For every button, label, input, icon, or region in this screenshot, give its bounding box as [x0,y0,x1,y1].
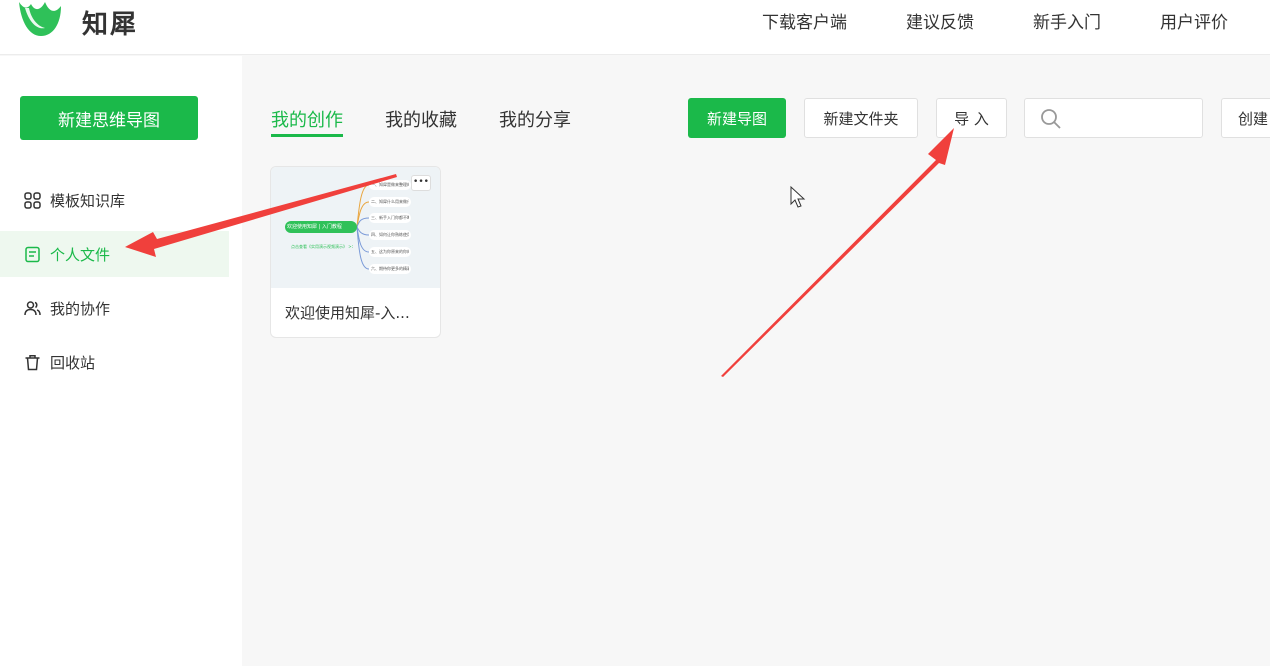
rhino-logo-icon[interactable] [15,0,63,38]
sidebar-item-label: 回收站 [50,353,96,372]
mindmap-thumbnail: 欢迎使用知犀 | 入门教程 点击查看《实用演示视频演示》 >> 一、知犀是做来整… [271,167,440,288]
sidebar: 新建思维导图 模板知识库 个人文件 我的协作 回收站 [0,56,242,666]
nav-user-reviews[interactable]: 用户评价 [1160,8,1228,33]
new-mindmap-button[interactable]: 新建思维导图 [20,96,198,140]
search-icon [1041,109,1061,129]
search-box[interactable] [1024,98,1203,138]
mindmap-branch: 三、新手入门你都不断介绍 [371,215,409,220]
sidebar-item-trash[interactable]: 回收站 [0,339,229,385]
nav-getting-started[interactable]: 新手入门 [1033,8,1101,33]
new-map-button[interactable]: 新建导图 [688,98,786,138]
mindmap-root-node: 欢迎使用知犀 | 入门教程 [287,224,342,230]
search-input[interactable] [1071,107,1191,129]
mindmap-branch: 二、知犀什么用来做什么 [371,199,409,204]
file-title[interactable]: 欢迎使用知犀-入... [285,302,430,323]
tab-my-creations[interactable]: 我的创作 [271,106,343,132]
annotation-arrow [721,128,954,377]
nav-download-client[interactable]: 下载客户端 [762,8,847,33]
create-button[interactable]: 创建 [1221,98,1270,138]
import-button[interactable]: 导 入 [936,98,1007,138]
nav-feedback[interactable]: 建议反馈 [906,8,974,33]
brand-name[interactable]: 知犀 [82,4,138,41]
tab-my-favorites[interactable]: 我的收藏 [385,106,457,132]
sidebar-item-label: 模板知识库 [50,191,126,210]
more-options-icon[interactable]: ••• [411,175,431,191]
file-card[interactable]: 欢迎使用知犀 | 入门教程 点击查看《实用演示视频演示》 >> 一、知犀是做来整… [270,166,441,338]
trash-icon [24,354,41,371]
mouse-cursor-icon [790,185,806,208]
mindmap-branch: 四、如何让你熟练使用功能 [371,232,409,237]
mindmap-branch: 五、这为你原来的你的优势 [371,249,409,254]
mindmap-note: 点击查看《实用演示视频演示》 >> [291,244,353,249]
mindmap-branch: 六、期待你更多的精彩有充满 [371,266,409,271]
sidebar-item-label: 个人文件 [50,245,111,264]
mindmap-branch: 一、知犀是做来整理的？ [371,182,409,187]
tab-my-shares[interactable]: 我的分享 [499,106,571,132]
document-icon [24,246,41,263]
sidebar-item-collaboration[interactable]: 我的协作 [0,285,229,331]
grid-icon [24,191,41,209]
sidebar-item-personal-files[interactable]: 个人文件 [0,231,229,277]
sidebar-item-label: 我的协作 [50,299,111,318]
active-tab-indicator [271,134,343,137]
users-icon [24,300,41,317]
top-header: 知犀 下载客户端 建议反馈 新手入门 用户评价 [0,0,1270,55]
sidebar-item-templates[interactable]: 模板知识库 [0,177,229,223]
new-folder-button[interactable]: 新建文件夹 [804,98,918,138]
